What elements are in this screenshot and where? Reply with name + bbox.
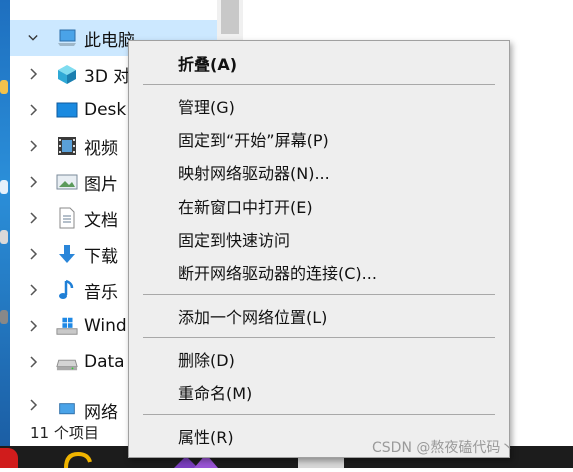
taskbar-app-icon[interactable] — [58, 448, 92, 469]
chevron-right-icon[interactable] — [28, 104, 38, 116]
nav-item-label: Wind — [84, 316, 127, 336]
taskbar-app-icon[interactable] — [0, 448, 18, 468]
desktop-shortcut-icon[interactable] — [0, 230, 8, 244]
nav-item-label: Data — [84, 352, 125, 372]
menu-item-label: 管理(G) — [178, 98, 235, 117]
data-drive-icon — [56, 351, 78, 373]
menu-item-label: 映射网络驱动器(N)... — [178, 164, 330, 183]
menu-item-label: 删除(D) — [178, 351, 235, 370]
menu-item-rename[interactable]: 重命名(M) — [129, 377, 509, 407]
menu-item-manage[interactable]: 管理(G) — [129, 91, 509, 121]
watermark: CSDN @熬夜磕代码丶 — [372, 440, 515, 456]
chevron-down-icon[interactable] — [28, 33, 38, 43]
menu-item-label: 固定到“开始”屏幕(P) — [178, 131, 329, 150]
chevron-right-icon[interactable] — [28, 212, 38, 224]
desktop-background — [0, 0, 10, 468]
desktop-shortcut-icon[interactable] — [0, 80, 8, 94]
nav-item-label: 音乐 — [84, 282, 118, 303]
music-icon — [56, 279, 78, 301]
windows-drive-icon — [56, 315, 78, 337]
chevron-right-icon[interactable] — [28, 356, 38, 368]
video-icon — [56, 135, 78, 157]
menu-item-pin-to-start[interactable]: 固定到“开始”屏幕(P) — [129, 124, 509, 154]
menu-item-label: 折叠(A) — [178, 55, 238, 74]
menu-separator — [143, 337, 495, 338]
nav-item-label: 视频 — [84, 138, 118, 159]
menu-item-label: 属性(R) — [178, 428, 234, 447]
chevron-right-icon[interactable] — [28, 248, 38, 260]
chevron-right-icon[interactable] — [28, 320, 38, 332]
nav-scrollbar-thumb[interactable] — [221, 0, 239, 34]
network-icon — [56, 400, 78, 420]
menu-item-collapse[interactable]: 折叠(A) — [129, 48, 509, 78]
menu-item-add-network-location[interactable]: 添加一个网络位置(L) — [129, 301, 509, 331]
item-count: 11 个项目 — [30, 424, 99, 442]
menu-item-label: 添加一个网络位置(L) — [178, 308, 328, 327]
nav-item-label: 网络 — [84, 403, 118, 420]
chevron-right-icon[interactable] — [28, 68, 38, 80]
desktop-shortcut-icon[interactable] — [0, 310, 8, 324]
computer-icon — [56, 27, 78, 49]
nav-item-label: 文档 — [84, 210, 118, 231]
menu-item-open-new-window[interactable]: 在新窗口中打开(E) — [129, 191, 509, 221]
desktop-icon — [56, 99, 78, 121]
menu-separator — [143, 84, 495, 85]
menu-separator — [143, 414, 495, 415]
menu-item-label: 断开网络驱动器的连接(C)... — [178, 264, 377, 283]
context-menu: 折叠(A) 管理(G) 固定到“开始”屏幕(P) 映射网络驱动器(N)... 在… — [128, 40, 510, 458]
chevron-right-icon[interactable] — [28, 140, 38, 152]
menu-item-label: 固定到快速访问 — [178, 231, 291, 250]
chevron-right-icon[interactable] — [28, 176, 38, 188]
desktop-shortcut-icon[interactable] — [0, 180, 8, 194]
3d-objects-icon — [56, 63, 78, 85]
downloads-icon — [56, 243, 78, 265]
nav-item-label: 图片 — [84, 174, 118, 195]
documents-icon — [56, 207, 78, 229]
menu-separator — [143, 294, 495, 295]
chevron-right-icon[interactable] — [28, 284, 38, 296]
chevron-right-icon[interactable] — [28, 399, 38, 411]
nav-item-label: 3D 对 — [84, 66, 131, 87]
pictures-icon — [56, 171, 78, 193]
menu-item-map-network-drive[interactable]: 映射网络驱动器(N)... — [129, 157, 509, 187]
menu-item-label: 重命名(M) — [178, 384, 253, 403]
menu-item-label: 在新窗口中打开(E) — [178, 198, 313, 217]
nav-item-label: Desk — [84, 100, 127, 120]
menu-item-pin-quick-access[interactable]: 固定到快速访问 — [129, 224, 509, 254]
nav-item-label: 下载 — [84, 246, 118, 267]
menu-item-delete[interactable]: 删除(D) — [129, 344, 509, 374]
menu-item-disconnect-network-drive[interactable]: 断开网络驱动器的连接(C)... — [129, 257, 509, 287]
